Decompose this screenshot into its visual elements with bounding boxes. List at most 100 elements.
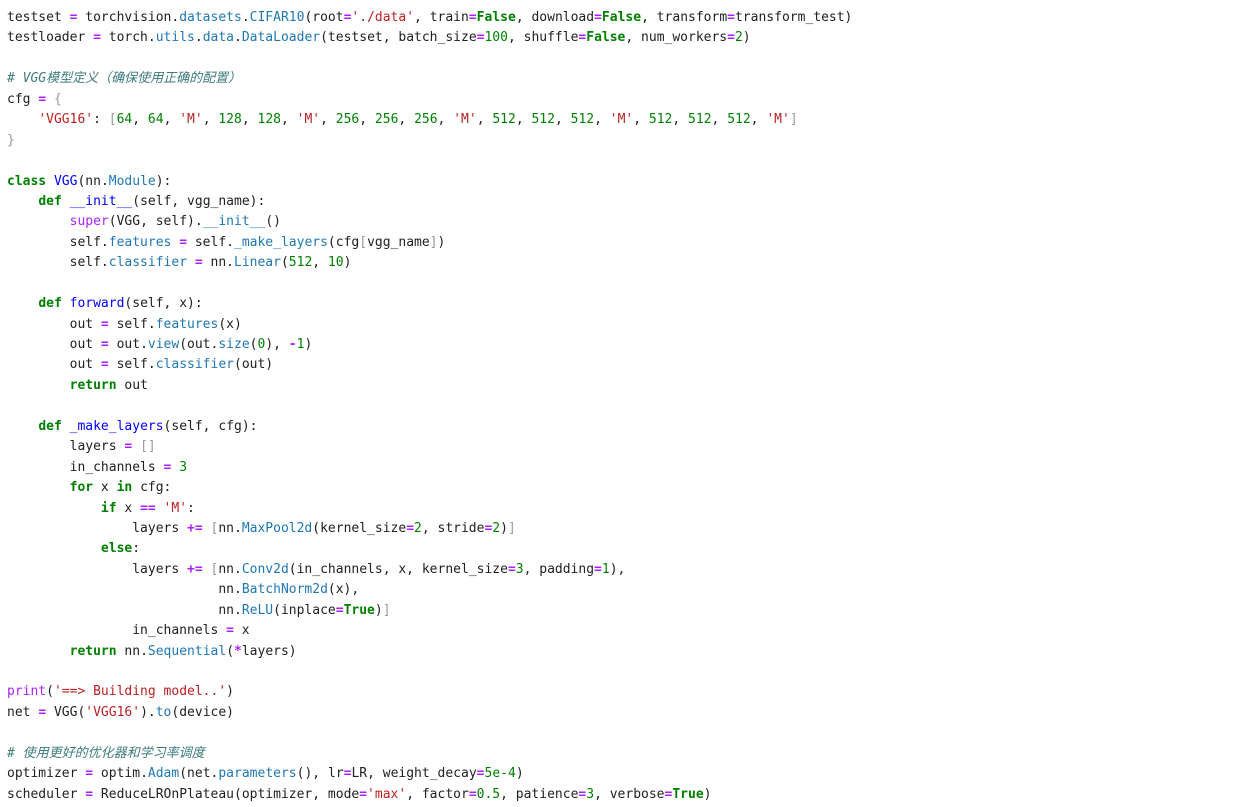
- code-token: 3: [515, 561, 524, 577]
- code-token: ): [304, 337, 313, 352]
- code-token: 'VGG16': [38, 112, 94, 128]
- code-line: layers += [nn.Conv2d(in_channels, x, ker…: [7, 560, 852, 580]
- code-token: .: [140, 337, 148, 352]
- code-token: (device): [171, 704, 235, 720]
- code-token: nn: [7, 602, 234, 618]
- code-token: .: [241, 10, 250, 25]
- code-line: return nn.Sequential(*layers): [7, 642, 852, 662]
- code-token: (in_channels, x, kernel_size: [288, 561, 508, 577]
- code-token: =: [476, 766, 485, 782]
- code-editor[interactable]: testset = torchvision.datasets.CIFAR10(r…: [7, 8, 852, 805]
- code-line: layers = []: [7, 437, 852, 457]
- code-token: torch: [100, 30, 148, 46]
- code-cell[interactable]: testset = torchvision.datasets.CIFAR10(r…: [0, 0, 1237, 807]
- code-token: 0.5: [476, 786, 501, 802]
- code-token: .: [140, 643, 148, 659]
- code-token: =: [194, 255, 203, 271]
- code-token: self: [108, 316, 148, 332]
- code-token: ,: [594, 112, 610, 128]
- code-token: 'M': [766, 112, 790, 128]
- code-token: self: [7, 255, 101, 271]
- code-token: datasets: [179, 10, 242, 25]
- code-token: ):: [155, 173, 172, 189]
- code-line: # 使用更好的优化器和学习率调度: [7, 744, 852, 764]
- code-line: out = out.view(out.size(0), -1): [7, 335, 852, 355]
- code-token: .: [147, 30, 156, 46]
- code-token: return: [69, 377, 117, 393]
- code-token: testloader: [7, 30, 94, 46]
- code-token: ,: [672, 112, 689, 128]
- code-token: optim: [93, 766, 141, 782]
- code-token: net: [7, 704, 39, 720]
- code-token: ): [742, 30, 751, 46]
- code-token: (x): [218, 316, 242, 332]
- code-token: else: [100, 541, 133, 557]
- code-token: in_channels: [7, 623, 227, 639]
- code-line: self.classifier = nn.Linear(512, 10): [7, 253, 852, 273]
- code-token: 'VGG16': [85, 704, 141, 720]
- code-token: 2: [734, 30, 743, 46]
- code-token: False: [586, 30, 626, 46]
- code-token: torchvision: [77, 10, 172, 25]
- code-token: =: [100, 357, 109, 373]
- code-token: .: [234, 30, 242, 46]
- code-token: 512: [648, 112, 673, 128]
- code-token: 3: [179, 459, 188, 475]
- code-token: (: [280, 255, 289, 271]
- code-token: self: [187, 234, 227, 250]
- code-token: # 使用更好的优化器和学习率调度: [7, 745, 205, 761]
- code-token: =: [85, 786, 94, 802]
- code-token: , shuffle: [507, 30, 579, 46]
- code-token: parameters: [218, 766, 297, 782]
- code-token: ,: [398, 112, 415, 128]
- code-token: 128: [218, 112, 242, 128]
- code-token: .: [147, 357, 156, 373]
- code-token: ): [515, 766, 524, 782]
- code-line: out = self.classifier(out): [7, 355, 852, 375]
- code-token: ,: [163, 112, 180, 128]
- code-token: 512: [688, 112, 712, 128]
- code-token: _make_layers: [69, 418, 164, 434]
- code-token: ,: [711, 112, 728, 128]
- code-token: 128: [257, 112, 281, 128]
- code-line: nn.ReLU(inplace=True)]: [7, 601, 852, 621]
- code-token: Module: [108, 173, 156, 189]
- code-line: }: [7, 131, 852, 151]
- code-token: =: [468, 10, 477, 25]
- code-token: =: [468, 786, 477, 802]
- code-token: 512: [531, 112, 555, 128]
- code-token: layers): [241, 643, 297, 659]
- code-line: for x in cfg:: [7, 478, 852, 498]
- code-token: :: [187, 500, 195, 516]
- code-token: =: [727, 30, 735, 46]
- code-token: =: [38, 704, 47, 720]
- code-token: (x),: [327, 582, 360, 598]
- code-token: data: [202, 30, 234, 46]
- code-line: def forward(self, x):: [7, 294, 852, 314]
- code-token: *: [234, 643, 242, 659]
- code-token: (), lr: [296, 766, 344, 782]
- code-token: ,: [554, 112, 571, 128]
- code-token: out: [7, 357, 101, 373]
- code-token: _make_layers: [234, 234, 328, 250]
- code-token: (out): [234, 357, 274, 373]
- code-token: size: [218, 337, 250, 352]
- code-token: def: [38, 193, 62, 209]
- code-token: =: [85, 766, 94, 782]
- code-token: ): [226, 684, 234, 700]
- code-token: Linear: [234, 255, 281, 271]
- code-token: # VGG模型定义（确保使用正确的配置）: [7, 71, 242, 87]
- code-token: .: [140, 766, 148, 782]
- code-token: optimizer: [7, 766, 86, 782]
